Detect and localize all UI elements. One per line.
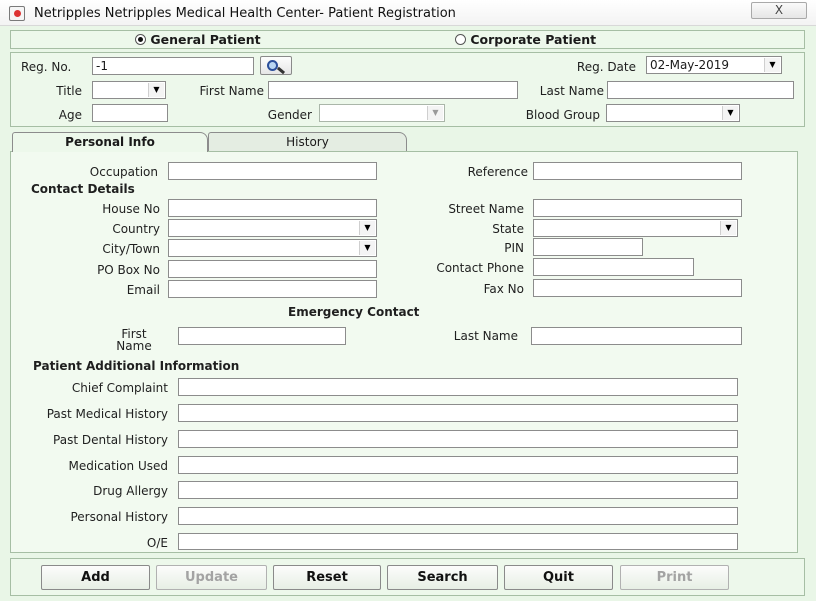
chevron-down-icon[interactable]: ▼ (720, 221, 736, 235)
country-label: Country (112, 222, 160, 236)
occupation-field[interactable] (168, 162, 377, 180)
reg-search-button[interactable] (260, 56, 292, 75)
reset-button[interactable]: Reset (273, 565, 381, 590)
drug-allergy-field[interactable] (178, 481, 738, 499)
fax-label: Fax No (483, 282, 524, 296)
reg-date-picker[interactable]: 02-May-2019 ▼ (646, 56, 782, 74)
em-last-name-label: Last Name (453, 329, 518, 343)
general-patient-label: General Patient (150, 32, 261, 47)
reference-label: Reference (467, 165, 528, 179)
em-first-name-field[interactable] (178, 327, 346, 345)
chevron-down-icon[interactable]: ▼ (359, 221, 375, 235)
reg-no-label: Reg. No. (21, 60, 72, 74)
gender-select[interactable]: ▼ (319, 104, 445, 122)
email-label: Email (126, 283, 160, 297)
title-label: Title (56, 84, 82, 98)
contact-phone-field[interactable] (533, 258, 694, 276)
medication-field[interactable] (178, 456, 738, 474)
em-first-name-label-line2: Name (116, 339, 152, 353)
chevron-down-icon[interactable]: ▼ (764, 58, 780, 72)
search-button[interactable]: Search (387, 565, 498, 590)
blood-group-label: Blood Group (525, 108, 600, 122)
personal-history-field[interactable] (178, 507, 738, 525)
reg-date-value: 02-May-2019 (650, 58, 730, 72)
chevron-down-icon[interactable]: ▼ (148, 83, 164, 97)
radio-unselected-icon (455, 34, 466, 45)
chief-complaint-field[interactable] (178, 378, 738, 396)
gender-label: Gender (267, 108, 312, 122)
radio-selected-icon (135, 34, 146, 45)
past-medical-field[interactable] (178, 404, 738, 422)
close-icon: X (774, 3, 784, 17)
close-button[interactable]: X (751, 2, 807, 19)
street-name-label: Street Name (448, 202, 524, 216)
first-name-field[interactable] (268, 81, 518, 99)
contact-details-heading: Contact Details (31, 182, 135, 196)
past-dental-label: Past Dental History (53, 433, 168, 447)
quit-button[interactable]: Quit (504, 565, 613, 590)
pin-label: PIN (504, 241, 524, 255)
age-label: Age (58, 108, 82, 122)
house-no-field[interactable] (168, 199, 377, 217)
print-button[interactable]: Print (620, 565, 729, 590)
age-field[interactable] (92, 104, 168, 122)
corporate-patient-radio[interactable]: Corporate Patient (455, 32, 596, 47)
contact-phone-label: Contact Phone (436, 261, 524, 275)
em-last-name-field[interactable] (531, 327, 742, 345)
chevron-down-icon[interactable]: ▼ (359, 241, 375, 255)
general-patient-radio[interactable]: General Patient (135, 32, 261, 47)
reference-field[interactable] (533, 162, 742, 180)
street-name-field[interactable] (533, 199, 742, 217)
medication-label: Medication Used (68, 459, 168, 473)
po-box-field[interactable] (168, 260, 377, 278)
state-select[interactable]: ▼ (533, 219, 738, 237)
city-select[interactable]: ▼ (168, 239, 377, 257)
country-select[interactable]: ▼ (168, 219, 377, 237)
last-name-label: Last Name (539, 84, 604, 98)
additional-info-heading: Patient Additional Information (33, 359, 240, 373)
personal-history-label: Personal History (70, 510, 168, 524)
chief-complaint-label: Chief Complaint (71, 381, 168, 395)
fax-field[interactable] (533, 279, 742, 297)
email-field[interactable] (168, 280, 377, 298)
city-label: City/Town (102, 242, 160, 256)
state-label: State (492, 222, 524, 236)
reg-no-field[interactable]: -1 (92, 57, 254, 75)
app-icon (9, 6, 25, 21)
past-dental-field[interactable] (178, 430, 738, 448)
reg-date-label: Reg. Date (576, 60, 636, 74)
house-no-label: House No (102, 202, 160, 216)
occupation-label: Occupation (89, 165, 158, 179)
emergency-contact-heading: Emergency Contact (288, 305, 420, 319)
chevron-down-icon[interactable]: ▼ (427, 106, 443, 120)
pin-field[interactable] (533, 238, 643, 256)
tab-personal-info[interactable]: Personal Info (12, 132, 208, 152)
tab-history[interactable]: History (208, 132, 407, 152)
oe-label: O/E (146, 536, 168, 550)
last-name-field[interactable] (607, 81, 794, 99)
corporate-patient-label: Corporate Patient (470, 32, 597, 47)
past-medical-label: Past Medical History (46, 407, 168, 421)
tab-history-label: History (286, 135, 329, 149)
window-title: Netripples Netripples Medical Health Cen… (34, 6, 456, 21)
title-select[interactable]: ▼ (92, 81, 166, 99)
po-box-label: PO Box No (97, 263, 160, 277)
update-button[interactable]: Update (156, 565, 267, 590)
patient-type-panel (10, 30, 805, 49)
title-bar[interactable]: Netripples Netripples Medical Health Cen… (0, 0, 816, 26)
blood-group-select[interactable]: ▼ (606, 104, 740, 122)
oe-field[interactable] (178, 533, 738, 550)
drug-allergy-label: Drug Allergy (93, 484, 168, 498)
em-first-name-label: First Name (110, 328, 158, 352)
first-name-label: First Name (199, 84, 264, 98)
tab-personal-info-label: Personal Info (65, 135, 155, 149)
add-button[interactable]: Add (41, 565, 150, 590)
chevron-down-icon[interactable]: ▼ (722, 106, 738, 120)
